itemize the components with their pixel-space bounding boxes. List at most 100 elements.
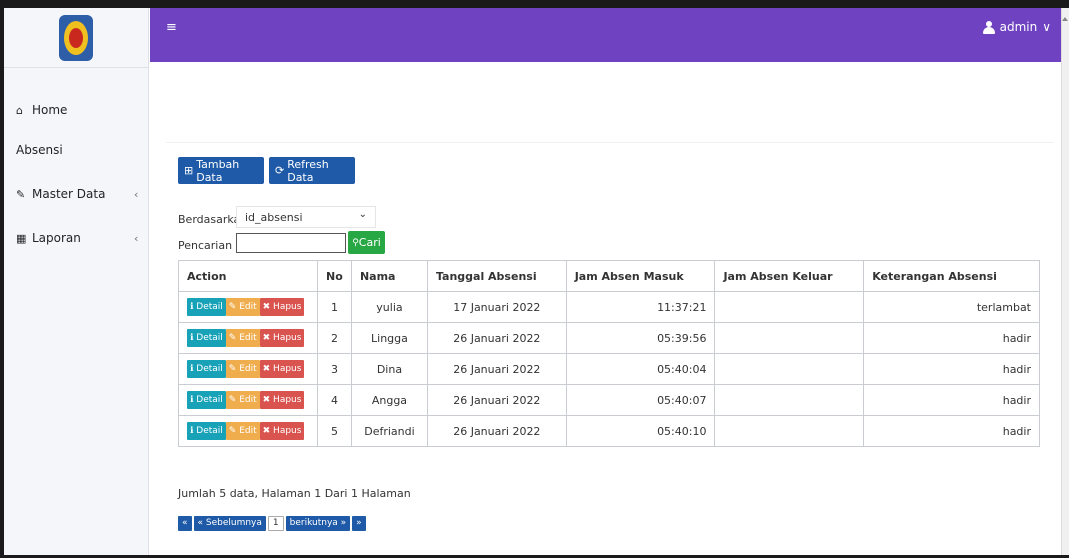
cell-nama: Angga bbox=[350, 384, 428, 416]
refresh-data-label: Refresh Data bbox=[287, 157, 329, 184]
cell-tanggal: 17 Januari 2022 bbox=[426, 291, 567, 323]
edit-button[interactable]: ✎ Edit bbox=[225, 391, 260, 409]
edit-button[interactable]: ✎ Edit bbox=[225, 422, 260, 440]
cell-no: 5 bbox=[316, 415, 352, 447]
cell-no: 3 bbox=[316, 353, 352, 385]
cell-jam-keluar bbox=[714, 415, 865, 447]
sidebar-item-label: Home bbox=[32, 103, 68, 117]
berdasarkan-select[interactable]: id_absensi ⌄ bbox=[236, 206, 376, 228]
action-cell: ℹ Detail ✎ Edit ✖ Hapus bbox=[178, 384, 318, 416]
home-icon: ⌂ bbox=[16, 103, 23, 117]
cell-keterangan: terlambat bbox=[863, 291, 1040, 323]
edit-button[interactable]: ✎ Edit bbox=[225, 329, 260, 347]
cell-keterangan: hadir bbox=[863, 415, 1040, 447]
column-header: Jam Absen Keluar bbox=[714, 260, 865, 292]
search-icon: ⚲ bbox=[352, 237, 359, 248]
current-page[interactable]: 1 bbox=[267, 516, 284, 531]
cell-no: 2 bbox=[316, 322, 352, 354]
hapus-button[interactable]: ✖ Hapus bbox=[259, 391, 305, 409]
cell-tanggal: 26 Januari 2022 bbox=[426, 384, 567, 416]
detail-button[interactable]: ℹ Detail bbox=[187, 360, 226, 378]
cell-no: 4 bbox=[316, 384, 352, 416]
cell-nama: yulia bbox=[350, 291, 428, 323]
chevron-left-icon: ‹ bbox=[134, 231, 139, 245]
table-summary: Jumlah 5 data, Halaman 1 Dari 1 Halaman bbox=[178, 487, 411, 500]
table-header-row: Action No Nama Tanggal Absensi Jam Absen… bbox=[178, 260, 1040, 292]
select-value: id_absensi bbox=[245, 211, 303, 224]
cell-jam-keluar bbox=[714, 384, 865, 416]
cell-nama: Defriandi bbox=[350, 415, 428, 447]
column-header: Action bbox=[178, 260, 318, 292]
cell-jam-masuk: 05:40:07 bbox=[565, 384, 716, 416]
logo[interactable] bbox=[59, 14, 93, 61]
bars-icon[interactable]: ≡ bbox=[166, 20, 177, 35]
hapus-button[interactable]: ✖ Hapus bbox=[259, 422, 305, 440]
table-row: ℹ Detail ✎ Edit ✖ Hapus 3 Dina 26 Januari … bbox=[178, 353, 1040, 385]
table-row: ℹ Detail ✎ Edit ✖ Hapus 4 Angga 26 Januari… bbox=[178, 384, 1040, 416]
sidebar-item-label: Master Data bbox=[32, 187, 106, 201]
refresh-data-button[interactable]: ⟳ Refresh Data bbox=[269, 157, 355, 184]
cell-jam-masuk: 05:40:10 bbox=[565, 415, 716, 447]
sidebar-item-label: Laporan bbox=[32, 231, 81, 245]
absensi-card: ⊞ Tambah Data ⟳ Refresh Data Berdasarkan… bbox=[166, 142, 1054, 542]
cell-tanggal: 26 Januari 2022 bbox=[426, 322, 567, 354]
detail-button[interactable]: ℹ Detail bbox=[187, 329, 226, 347]
pagination: « « Sebelumnya 1 berikutnya » » bbox=[178, 516, 366, 531]
vertical-scrollbar[interactable] bbox=[1061, 8, 1069, 555]
sidebar-item-master-data[interactable]: ✎ Master Data ‹ bbox=[16, 187, 138, 201]
sidebar-item-absensi[interactable]: Absensi bbox=[16, 143, 63, 157]
previous-page-button[interactable]: « Sebelumnya bbox=[193, 516, 266, 531]
cell-jam-keluar bbox=[714, 322, 865, 354]
column-header: Jam Absen Masuk bbox=[565, 260, 716, 292]
main-content: ⊞ Tambah Data ⟳ Refresh Data Berdasarkan… bbox=[150, 62, 1061, 555]
detail-button[interactable]: ℹ Detail bbox=[187, 391, 226, 409]
hapus-button[interactable]: ✖ Hapus bbox=[259, 360, 305, 378]
column-header: Nama bbox=[350, 260, 428, 292]
tambah-data-label: Tambah Data bbox=[196, 157, 240, 184]
logo-area bbox=[4, 8, 148, 68]
logo-ring bbox=[64, 20, 88, 55]
hapus-button[interactable]: ✖ Hapus bbox=[259, 298, 305, 316]
plus-square-icon: ⊞ bbox=[184, 164, 194, 177]
sidebar-item-label: Absensi bbox=[16, 143, 63, 157]
next-page-button[interactable]: berikutnya » bbox=[285, 516, 351, 531]
cell-nama: Dina bbox=[350, 353, 428, 385]
sidebar-item-laporan[interactable]: ▦ Laporan ‹ bbox=[16, 231, 138, 245]
table-row: ℹ Detail ✎ Edit ✖ Hapus 2 Lingga 26 Januar… bbox=[178, 322, 1040, 354]
table-row: ℹ Detail ✎ Edit ✖ Hapus 5 Defriandi 26 Jan… bbox=[178, 415, 1040, 447]
cell-no: 1 bbox=[316, 291, 352, 323]
action-cell: ℹ Detail ✎ Edit ✖ Hapus bbox=[178, 415, 318, 447]
chevron-left-icon: ‹ bbox=[134, 187, 139, 201]
scroll-up-icon[interactable] bbox=[1062, 17, 1068, 21]
cari-label: Cari bbox=[358, 236, 381, 249]
logo-core bbox=[69, 27, 83, 48]
tambah-data-button[interactable]: ⊞ Tambah Data bbox=[178, 157, 264, 184]
edit-button[interactable]: ✎ Edit bbox=[225, 360, 260, 378]
sidebar-item-home[interactable]: ⌂ Home bbox=[16, 103, 67, 117]
edit-button[interactable]: ✎ Edit bbox=[225, 298, 260, 316]
detail-button[interactable]: ℹ Detail bbox=[187, 298, 226, 316]
user-menu[interactable]: admin ∨ bbox=[982, 20, 1051, 34]
first-page-button[interactable]: « bbox=[178, 516, 192, 531]
topbar: ≡ admin ∨ bbox=[150, 8, 1061, 62]
calendar-icon: ▦ bbox=[16, 231, 27, 245]
cari-button[interactable]: ⚲ Cari bbox=[348, 231, 385, 254]
hapus-button[interactable]: ✖ Hapus bbox=[259, 329, 305, 347]
sidebar: ⌂ Home Absensi ✎ Master Data ‹ ▦ Laporan… bbox=[4, 8, 149, 555]
column-header: Tanggal Absensi bbox=[426, 260, 567, 292]
cell-jam-keluar bbox=[714, 353, 865, 385]
refresh-icon: ⟳ bbox=[275, 164, 285, 177]
cell-keterangan: hadir bbox=[863, 384, 1040, 416]
cell-keterangan: hadir bbox=[863, 322, 1040, 354]
cell-jam-masuk: 11:37:21 bbox=[565, 291, 716, 323]
cell-tanggal: 26 Januari 2022 bbox=[426, 415, 567, 447]
action-cell: ℹ Detail ✎ Edit ✖ Hapus bbox=[178, 353, 318, 385]
action-cell: ℹ Detail ✎ Edit ✖ Hapus bbox=[178, 322, 318, 354]
cell-keterangan: hadir bbox=[863, 353, 1040, 385]
action-cell: ℹ Detail ✎ Edit ✖ Hapus bbox=[178, 291, 318, 323]
absensi-table: Action No Nama Tanggal Absensi Jam Absen… bbox=[178, 260, 1040, 447]
search-input[interactable] bbox=[236, 233, 346, 253]
last-page-button[interactable]: » bbox=[352, 516, 366, 531]
pencarian-label: Pencarian bbox=[178, 239, 233, 252]
detail-button[interactable]: ℹ Detail bbox=[187, 422, 226, 440]
